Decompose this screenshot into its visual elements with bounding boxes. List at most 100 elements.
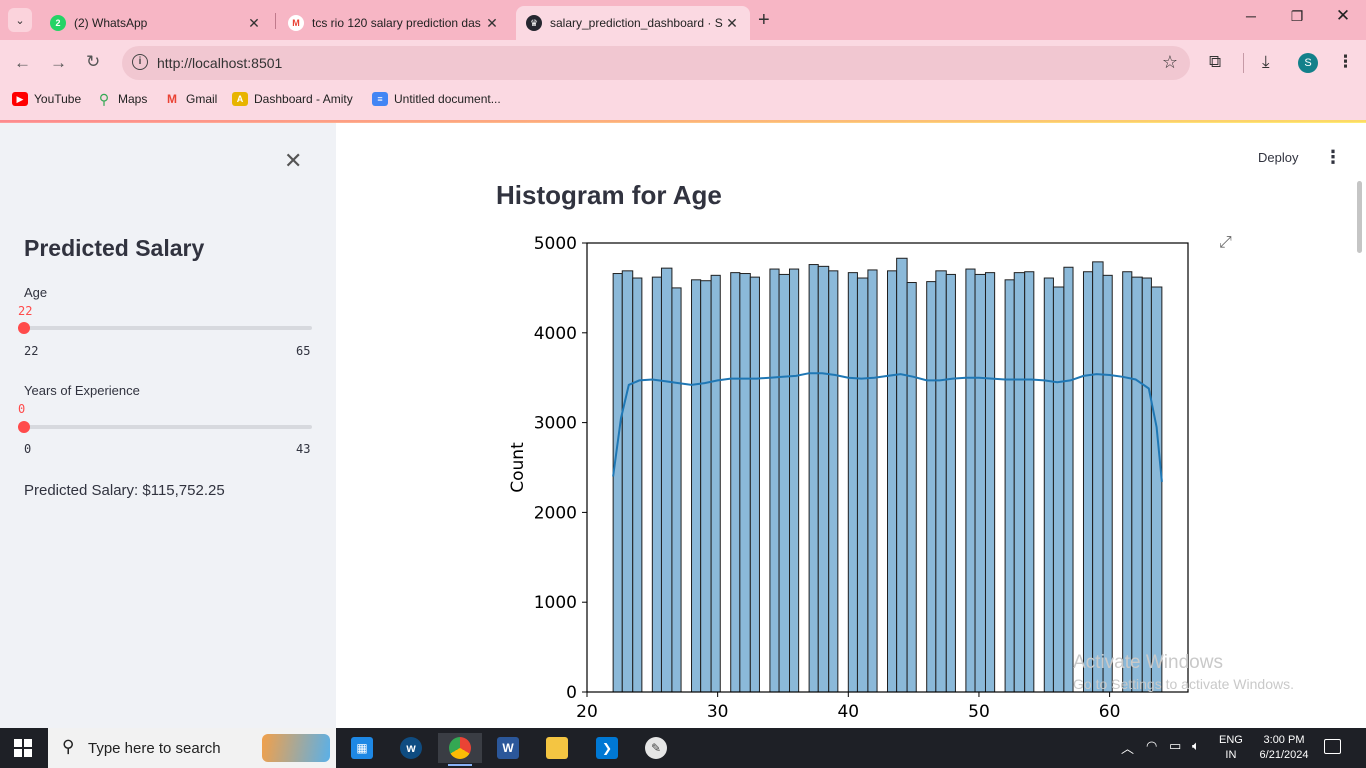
browser-menu-icon[interactable]: ⋮ (1337, 52, 1354, 72)
address-bar[interactable]: i http://localhost:8501 ☆ (122, 46, 1190, 80)
experience-slider-min: 0 (24, 442, 32, 456)
main-content: Deploy ⋮ Histogram for Age ⤢ 0 1000 2000 30… (336, 123, 1366, 728)
close-sidebar-icon[interactable]: ✕ (284, 148, 302, 174)
histogram-bar (789, 268, 800, 693)
close-icon[interactable]: ✕ (246, 15, 262, 32)
youtube-icon: ▶ (12, 92, 28, 106)
download-icon[interactable]: ⤓ (1262, 52, 1270, 72)
bookmark-label: YouTube (34, 92, 82, 106)
histogram-bar (808, 264, 819, 693)
tab-title: salary_prediction_dashboard · S (550, 16, 723, 30)
histogram-bar (926, 281, 937, 693)
histogram-bar (700, 280, 712, 693)
app-menu-icon[interactable]: ⋮ (1324, 147, 1342, 168)
tab-salary-dashboard[interactable]: ♛ salary_prediction_dashboard · S ✕ (516, 6, 750, 40)
histogram-bar (906, 282, 917, 693)
bookmark-youtube[interactable]: ▶ YouTube (12, 92, 81, 106)
age-slider-thumb[interactable] (18, 322, 30, 334)
taskbar-vscode[interactable]: ❯ (585, 733, 629, 763)
language-indicator[interactable]: ENG IN (1219, 733, 1243, 763)
histogram-bar (965, 268, 976, 693)
tray-expand-icon[interactable]: ︿ (1121, 738, 1134, 757)
forward-icon[interactable]: → (50, 53, 67, 73)
sidebar-title: Predicted Salary (24, 235, 205, 261)
histogram-bar (974, 273, 986, 693)
taskbar-webex[interactable]: w (389, 733, 433, 763)
histogram-bar (945, 273, 956, 693)
system-clock[interactable]: 3:00 PM 6/21/2024 (1254, 733, 1314, 763)
experience-slider-track[interactable] (24, 425, 312, 429)
age-slider-track[interactable] (24, 326, 312, 330)
histogram-bar (1141, 277, 1152, 693)
tab-gmail[interactable]: M tcs rio 120 salary prediction das ✕ (278, 6, 510, 40)
profile-avatar[interactable]: S (1298, 53, 1318, 73)
age-slider-label: Age (24, 285, 48, 300)
tab-divider (275, 13, 276, 29)
histogram-bar (749, 276, 760, 693)
histogram-bar (817, 265, 830, 693)
taskbar-word[interactable]: W (486, 733, 530, 763)
extensions-icon[interactable]: ⧉ (1209, 52, 1221, 72)
x-tick-label: 30 (707, 702, 729, 722)
search-icon: ⚲ (62, 737, 75, 756)
close-icon[interactable]: ✕ (484, 15, 500, 32)
battery-icon[interactable]: ▭ (1169, 738, 1181, 754)
new-tab-button[interactable]: + (758, 9, 770, 32)
tab-whatsapp[interactable]: 2 (2) WhatsApp ✕ (40, 6, 272, 40)
histogram-bar (1092, 261, 1104, 693)
x-tick-label: 40 (837, 702, 859, 722)
docs-icon: ≡ (372, 92, 388, 106)
chart-heading: Histogram for Age (496, 180, 722, 210)
folder-icon (546, 737, 568, 759)
deploy-button[interactable]: Deploy (1258, 150, 1298, 165)
histogram-bar (1063, 266, 1074, 693)
close-icon[interactable]: ✕ (724, 15, 740, 32)
scrollbar[interactable] (1357, 181, 1362, 253)
taskbar-paint[interactable]: ✎ (634, 733, 678, 763)
region-code: IN (1225, 749, 1237, 761)
taskbar-chrome[interactable] (438, 733, 482, 766)
search-highlight-image (262, 734, 330, 762)
restore-icon[interactable]: ❐ (1274, 8, 1320, 25)
back-icon[interactable]: ← (14, 53, 31, 73)
histogram-bar (828, 270, 839, 693)
volume-icon[interactable]: 🔈︎ (1192, 738, 1200, 754)
close-window-icon[interactable]: ✕ (1320, 6, 1366, 26)
vscode-icon: ❯ (596, 737, 618, 759)
histogram-bar (1004, 279, 1015, 693)
bookmark-docs[interactable]: ≡ Untitled document... (372, 92, 501, 106)
histogram-bar (612, 273, 623, 693)
gmail-icon: M (288, 15, 304, 31)
y-tick-label: 5000 (534, 234, 577, 254)
taskbar-search[interactable]: ⚲ Type here to search (48, 728, 336, 768)
taskbar-explorer[interactable] (535, 733, 579, 763)
site-info-icon[interactable]: i (132, 54, 148, 70)
y-tick-label: 1000 (534, 593, 577, 613)
chrome-icon (449, 737, 471, 759)
bookmark-label: Untitled document... (394, 92, 501, 106)
histogram-bar (1150, 286, 1163, 693)
tab-search-button[interactable]: ⌄ (8, 8, 32, 32)
url-text[interactable]: http://localhost:8501 (157, 55, 282, 71)
activation-watermark-title: Activate Windows (1073, 652, 1223, 673)
fullscreen-icon[interactable]: ⤢ (1219, 234, 1232, 252)
experience-slider-thumb[interactable] (18, 421, 30, 433)
reload-icon[interactable]: ↻ (86, 52, 100, 72)
histogram-bar (691, 279, 702, 693)
amity-icon: A (232, 92, 248, 106)
bookmark-star-icon[interactable]: ☆ (1162, 52, 1178, 73)
experience-slider-value: 0 (18, 402, 26, 416)
minimize-icon[interactable]: ─ (1228, 8, 1274, 24)
bookmark-maps[interactable]: ⚲ Maps (96, 91, 147, 107)
network-icon[interactable]: ◠ (1146, 738, 1157, 754)
histogram-bar (984, 272, 996, 693)
histogram-bar (730, 272, 741, 693)
taskbar-store[interactable]: ▦ (340, 733, 384, 763)
histogram-bar (887, 270, 898, 693)
windows-start-icon[interactable] (14, 739, 32, 757)
notification-icon[interactable] (1324, 739, 1341, 754)
word-icon: W (497, 737, 519, 759)
histogram-bar (632, 277, 643, 693)
bookmark-gmail[interactable]: M Gmail (164, 92, 217, 106)
bookmark-amity[interactable]: A Dashboard - Amity (232, 92, 353, 106)
